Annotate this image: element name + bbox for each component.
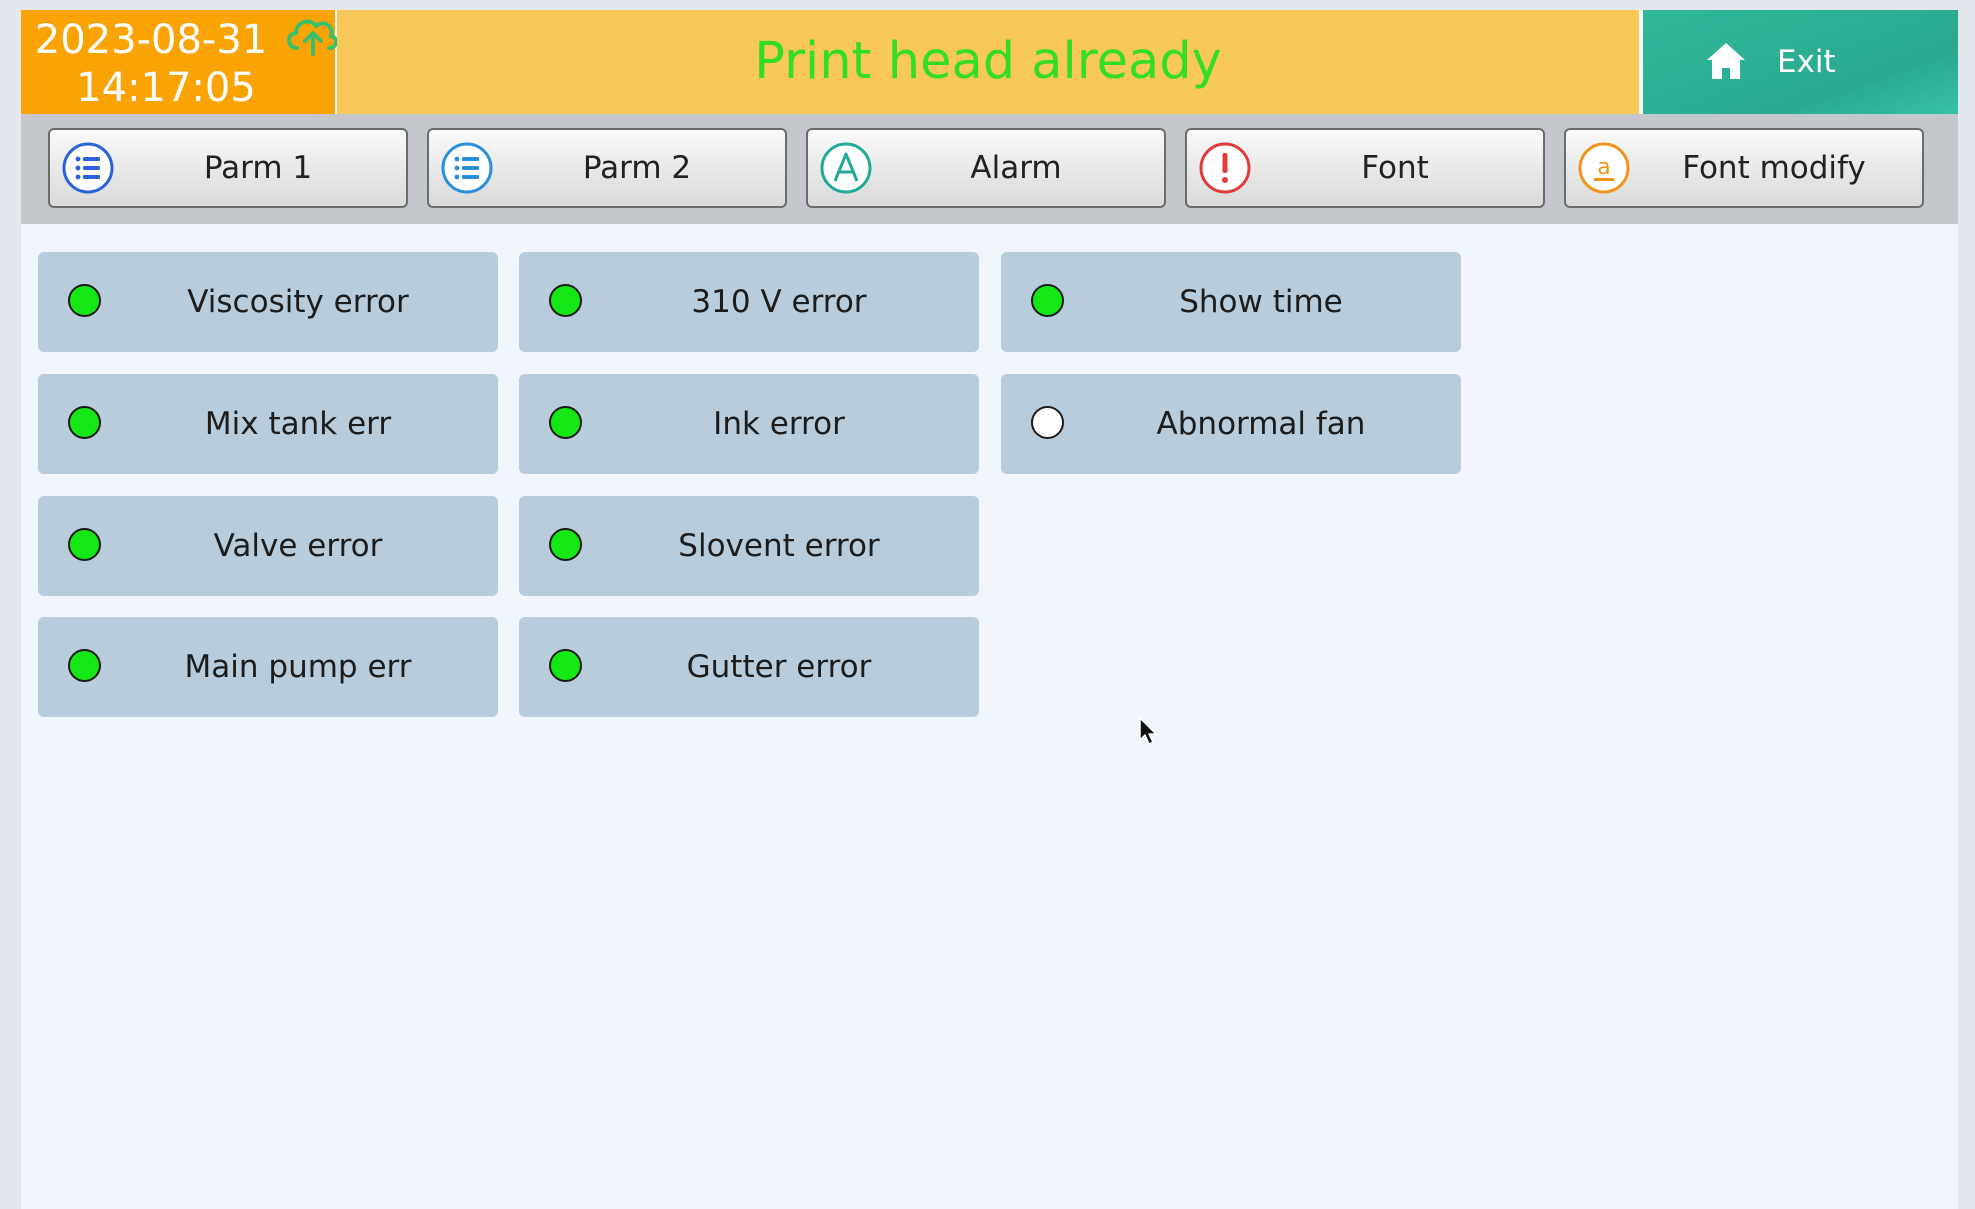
alarm-a-icon	[820, 142, 872, 194]
tab-alarm[interactable]: Alarm	[806, 128, 1166, 208]
indicator-label: Abnormal fan	[1156, 406, 1366, 442]
indicator-310v-error[interactable]: 310 V error	[519, 252, 979, 352]
status-led	[549, 284, 582, 317]
indicator-label: Viscosity error	[187, 284, 409, 320]
tab-font-modify[interactable]: a Font modify	[1564, 128, 1924, 208]
status-led	[1031, 284, 1064, 317]
status-led	[1031, 406, 1064, 439]
tab-parm-1[interactable]: Parm 1	[48, 128, 408, 208]
svg-text:a: a	[1597, 155, 1610, 180]
status-led	[549, 406, 582, 439]
tab-label: Parm 2	[582, 150, 692, 186]
indicator-mix-tank-err[interactable]: Mix tank err	[38, 374, 498, 474]
exclamation-icon	[1199, 142, 1251, 194]
indicator-label: Show time	[1179, 284, 1343, 320]
list-icon	[62, 142, 114, 194]
status-led	[68, 284, 101, 317]
indicator-label: Ink error	[713, 406, 845, 442]
indicator-slovent-error[interactable]: Slovent error	[519, 496, 979, 596]
indicator-abnormal-fan[interactable]: Abnormal fan	[1001, 374, 1461, 474]
tab-bar: Parm 1 Parm 2 Alarm Font a Font modify	[21, 114, 1958, 224]
indicator-label: Mix tank err	[204, 406, 392, 442]
status-led	[68, 406, 101, 439]
indicator-show-time[interactable]: Show time	[1001, 252, 1461, 352]
indicator-main-pump-err[interactable]: Main pump err	[38, 617, 498, 717]
tab-label: Font	[1361, 150, 1429, 186]
indicator-ink-error[interactable]: Ink error	[519, 374, 979, 474]
indicator-label: Slovent error	[678, 528, 880, 564]
exit-label: Exit	[1777, 44, 1836, 80]
status-led	[68, 649, 101, 682]
letter-a-icon: a	[1578, 142, 1630, 194]
status-led	[549, 528, 582, 561]
time-text: 14:17:05	[76, 65, 256, 111]
indicator-label: Main pump err	[184, 649, 412, 685]
indicator-label: Gutter error	[686, 649, 872, 685]
tab-label: Font modify	[1682, 150, 1866, 186]
indicator-gutter-error[interactable]: Gutter error	[519, 617, 979, 717]
home-icon	[1707, 43, 1745, 79]
date-text: 2023-08-31	[34, 17, 268, 63]
tab-font[interactable]: Font	[1185, 128, 1545, 208]
indicator-viscosity-error[interactable]: Viscosity error	[38, 252, 498, 352]
status-led	[68, 528, 101, 561]
tab-label: Alarm	[970, 150, 1062, 186]
exit-button[interactable]: Exit	[1643, 10, 1958, 114]
mouse-pointer-icon	[1139, 717, 1157, 745]
screen: 2023-08-31 14:17:05 Print head already E…	[21, 10, 1958, 1209]
indicator-label: Valve error	[213, 528, 383, 564]
cloud-upload-icon	[287, 19, 338, 56]
indicator-label: 310 V error	[691, 284, 867, 320]
indicator-valve-error[interactable]: Valve error	[38, 496, 498, 596]
datetime-panel: 2023-08-31 14:17:05	[21, 10, 338, 114]
tab-label: Parm 1	[203, 150, 313, 186]
status-message: Print head already	[337, 10, 1639, 114]
tab-parm-2[interactable]: Parm 2	[427, 128, 787, 208]
status-led	[549, 649, 582, 682]
header: 2023-08-31 14:17:05 Print head already E…	[21, 10, 1958, 114]
list-icon	[441, 142, 493, 194]
